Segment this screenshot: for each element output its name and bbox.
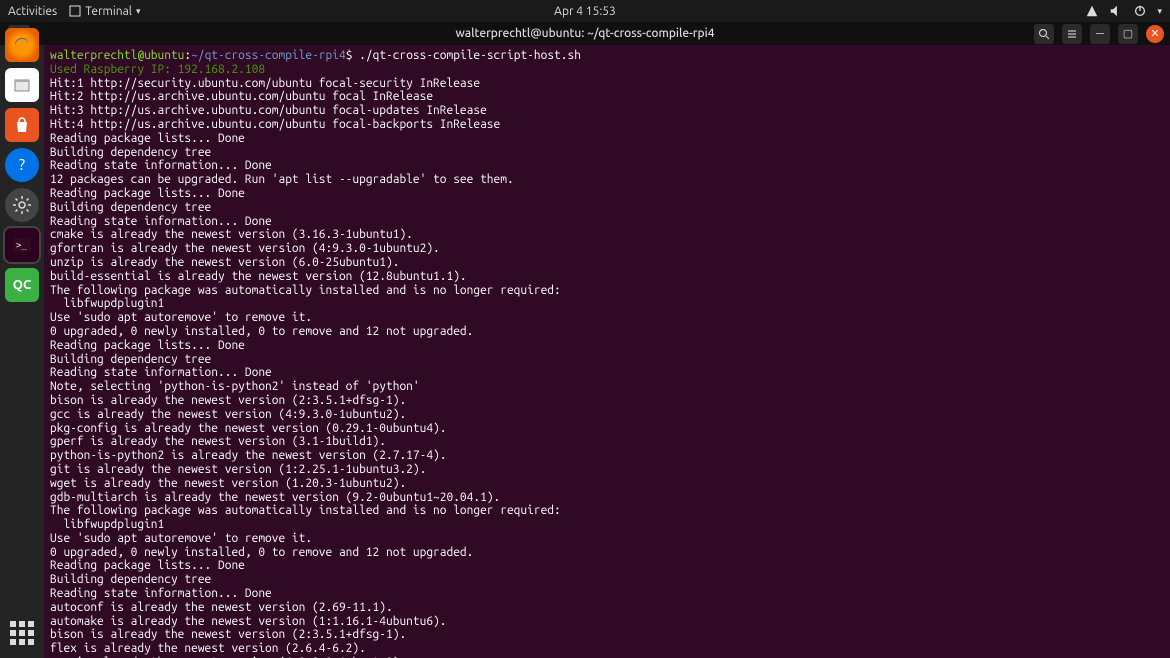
minimize-button[interactable]: ─	[1090, 24, 1110, 44]
chevron-down-icon: ▾	[1157, 6, 1162, 17]
help-launcher[interactable]: ?	[5, 148, 39, 182]
hamburger-icon	[1066, 28, 1078, 40]
terminal-viewport[interactable]: walterprechtl@ubuntu:~/qt-cross-compile-…	[44, 45, 1170, 658]
prompt-user: walterprechtl@ubuntu	[50, 49, 184, 62]
search-icon	[1038, 28, 1050, 40]
terminal-menu-label: Terminal	[85, 5, 132, 18]
terminal-output: walterprechtl@ubuntu:~/qt-cross-compile-…	[44, 45, 1170, 658]
volume-icon	[1109, 4, 1123, 18]
ubuntu-dock: ? >_ QC	[0, 22, 44, 658]
clock[interactable]: Apr 4 15:53	[554, 5, 616, 18]
prompt-path: ~/qt-cross-compile-rpi4	[191, 49, 346, 62]
gnome-top-bar: Activities Terminal ▾ Apr 4 15:53 ▾	[0, 0, 1170, 22]
prompt-command: ./qt-cross-compile-script-host.sh	[352, 49, 580, 62]
activities-button[interactable]: Activities	[8, 5, 57, 18]
network-icon	[1085, 4, 1099, 18]
files-icon	[12, 75, 32, 95]
apt-output: Hit:1 http://security.ubuntu.com/ubuntu …	[50, 77, 561, 658]
chevron-down-icon: ▾	[136, 6, 141, 17]
files-launcher[interactable]	[5, 68, 39, 102]
shopping-bag-icon	[13, 116, 31, 134]
terminal-launcher[interactable]: >_	[5, 228, 39, 262]
close-button[interactable]: ✕	[1146, 25, 1164, 43]
hamburger-menu-button[interactable]	[1062, 24, 1082, 44]
firefox-launcher[interactable]	[5, 28, 39, 62]
show-applications-button[interactable]	[5, 616, 39, 650]
search-button[interactable]	[1034, 24, 1054, 44]
firefox-icon	[12, 35, 32, 55]
qc-launcher[interactable]: QC	[5, 268, 39, 302]
system-tray[interactable]: ▾	[1085, 4, 1162, 18]
svg-text:>_: >_	[16, 241, 27, 251]
terminal-icon: >_	[13, 238, 31, 252]
maximize-button[interactable]: ▢	[1118, 24, 1138, 44]
terminal-app-icon	[69, 5, 81, 17]
software-launcher[interactable]	[5, 108, 39, 142]
terminal-menu[interactable]: Terminal ▾	[69, 5, 140, 18]
terminal-titlebar: walterprechtl@ubuntu: ~/qt-cross-compile…	[0, 22, 1170, 45]
power-icon	[1133, 4, 1147, 18]
window-title: walterprechtl@ubuntu: ~/qt-cross-compile…	[456, 27, 715, 40]
script-status-line: Used Raspberry IP: 192.168.2.108	[50, 63, 265, 76]
gear-icon	[12, 195, 32, 215]
settings-launcher[interactable]	[5, 188, 39, 222]
